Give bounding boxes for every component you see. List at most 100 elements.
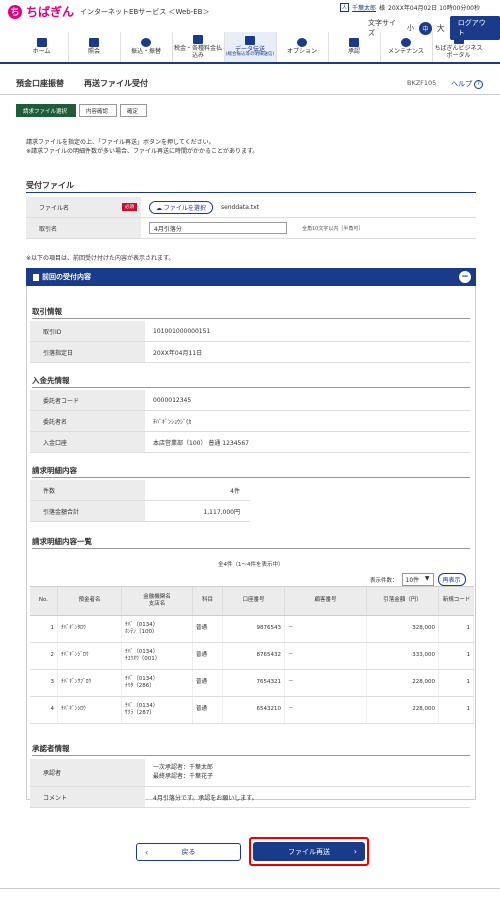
page-subtitle: 再送ファイル受付: [84, 79, 148, 88]
nav-tax[interactable]: 税金・各種料金払込み: [173, 32, 225, 62]
required-badge: 必須: [122, 203, 137, 211]
global-nav: ホーム 照会 振込・振替 税金・各種料金払込み データ伝送 (総合振込等の明細送信…: [0, 32, 500, 64]
nav-inquiry[interactable]: 照会: [69, 32, 121, 62]
row-branch-name: ｻｸﾗ（287）: [125, 710, 155, 716]
trade-name-label: 取引名: [26, 218, 141, 238]
row-amount: 333,000: [367, 643, 439, 669]
display-count-select[interactable]: 10件 ▼: [401, 573, 434, 586]
total-label: 引落金額合計: [30, 501, 145, 521]
page-title: 預金口座振替: [16, 79, 64, 88]
step-indicator: 請求ファイル選択 内容確認 確定: [16, 104, 150, 117]
nav-option[interactable]: オプション: [277, 32, 329, 62]
debit-date-label: 引落指定日: [30, 342, 145, 362]
file-row: ファイル名 必須 ☁ ファイルを選択 senddata.txt: [26, 197, 476, 218]
trade-info-line: [32, 318, 470, 319]
resend-button[interactable]: ファイル再送 ›: [253, 842, 365, 861]
row-depositor: ﾁﾊﾞｷﾞﾝｻﾌﾞﾛｳ: [58, 670, 122, 696]
redisplay-button[interactable]: 再表示: [437, 573, 466, 586]
row-no: 4: [30, 697, 58, 723]
title-divider: [0, 94, 500, 95]
comment-label: コメント: [30, 787, 145, 807]
trade-info-title: 取引情報: [32, 307, 62, 316]
collapse-icon[interactable]: −: [459, 271, 471, 283]
transfer-icon: [141, 38, 151, 48]
previous-note: ※以下の項目は、前回受け付けた内容が表示されます。: [26, 255, 175, 262]
table-row: 1 ﾁﾊﾞｷﾞﾝﾀﾛｳ ﾁﾊﾞ（0134） ﾎﾝﾃﾝ（100） 普通 987654…: [30, 616, 474, 643]
payee-info-line: [32, 387, 470, 388]
receive-section-line: [26, 192, 476, 193]
brand-logo[interactable]: ち ちばぎん インターネットEBサービス ＜Web-EB＞: [8, 3, 209, 20]
row-account: 7654321: [223, 670, 285, 696]
guide-text: 請求ファイルを指定の上、「ファイル再送」ボタンを押してください。 ※請求ファイル…: [26, 138, 258, 157]
row-bank: ﾁﾊﾞ（0134） ｻｸﾗ（287）: [122, 697, 193, 723]
row-no: 2: [30, 643, 58, 669]
nav-approval[interactable]: 承認: [329, 32, 381, 62]
user-name-link[interactable]: 千葉太郎: [352, 3, 376, 12]
row-type: 普通: [193, 643, 223, 669]
trade-name-input[interactable]: 4月引落分: [149, 222, 287, 234]
previous-title: 前回の受付内容: [42, 273, 91, 281]
nav-maintenance[interactable]: メンテナンス: [381, 32, 433, 62]
row-new-code: 1: [439, 670, 474, 696]
help-link[interactable]: ヘルプ?: [451, 79, 483, 89]
col-bank: 金融機関名 支店名: [122, 587, 193, 615]
details-title: 請求明細内容一覧: [32, 537, 92, 546]
paging-info: 全4件（1～4件を表示中）: [218, 562, 284, 568]
row-depositor: ﾁﾊﾞｷﾞﾝｼﾛｳ: [58, 697, 122, 723]
header: ち ちばぎん インターネットEBサービス ＜Web-EB＞ 人 千葉太郎 様 2…: [0, 0, 500, 40]
nav-portal[interactable]: ちばぎんビジネスポータル: [433, 32, 485, 62]
display-count-label: 表示件数：: [370, 577, 398, 584]
row-customer: －: [285, 697, 367, 723]
nav-tax-label: 税金・各種料金払込み: [173, 45, 222, 59]
nav-home-label: ホーム: [32, 48, 51, 56]
nav-transfer[interactable]: 振込・振替: [121, 32, 173, 62]
row-type: 普通: [193, 616, 223, 642]
nav-data-transfer[interactable]: データ伝送 (総合振込等の明細送信): [224, 32, 277, 62]
row-bank-name: ﾁﾊﾞ（0134）: [125, 621, 159, 628]
row-bank-name: ﾁﾊﾞ（0134）: [125, 702, 159, 709]
back-label: 戻る: [181, 848, 196, 856]
guide-line-2: ※請求ファイルの明細件数が多い場合、ファイル再送に時間がかかることがあります。: [26, 148, 259, 156]
col-new-code: 新規コード: [442, 597, 471, 604]
col-amount: 引落金額（円）: [367, 587, 439, 615]
help-label: ヘルプ: [451, 80, 472, 88]
chevron-down-icon: ▼: [424, 575, 430, 582]
previous-accordion-header[interactable]: 前回の受付内容 −: [26, 268, 476, 286]
payee-info-title: 入金先情報: [32, 376, 70, 385]
row-bank: ﾁﾊﾞ（0134） ﾁﾕｳｵｳ（001）: [122, 643, 193, 669]
count-row: 件数 4件: [30, 480, 250, 501]
debit-date-row: 引落指定日 20XX年04月11日: [30, 342, 470, 363]
row-amount: 328,000: [367, 616, 439, 642]
last-login: 20XX年04月02日 10時00分00秒: [388, 5, 480, 12]
row-customer: －: [285, 670, 367, 696]
file-value-cell: ☁ ファイルを選択 senddata.txt: [141, 197, 476, 217]
step-3: 確定: [120, 104, 148, 117]
first-approver: 一次承認者：千葉太郎: [153, 764, 214, 772]
nav-portal-label: ちばぎんビジネスポータル: [434, 45, 483, 59]
deposit-account-label: 入金口座: [30, 432, 145, 452]
row-bank-name: ﾁﾊﾞ（0134）: [125, 648, 159, 655]
nav-home[interactable]: ホーム: [16, 32, 69, 62]
nav-option-label: オプション: [286, 48, 317, 56]
database-icon: [245, 35, 255, 45]
footer-divider: [0, 888, 500, 889]
back-button[interactable]: ‹ 戻る: [136, 843, 241, 861]
nav-approval-label: 承認: [347, 48, 360, 56]
row-depositor: ﾁﾊﾞｷﾞﾝﾀﾛｳ: [58, 616, 122, 642]
details-line: [32, 548, 470, 549]
user-info: 人 千葉太郎 様 20XX年04月02日 10時00分00秒: [340, 3, 480, 12]
deposit-account-row: 入金口座 本店営業部（100） 普通 1234567: [30, 432, 470, 453]
row-no: 1: [30, 616, 58, 642]
file-select-button[interactable]: ☁ ファイルを選択: [149, 200, 213, 214]
consignor-name-row: 委託者名 ﾁﾊﾞｷﾞﾝｼｮｳｼﾞ(ｶ: [30, 411, 470, 432]
document-icon: [33, 273, 39, 281]
consignor-code-value: 0000012345: [153, 396, 192, 404]
approver-values: 一次承認者：千葉太郎 最終承認者：千葉花子: [145, 759, 470, 786]
col-no: No.: [30, 587, 58, 615]
consignor-code-label: 委託者コード: [30, 390, 145, 410]
home-icon: [36, 38, 47, 48]
brand-name: ちばぎん: [26, 5, 75, 19]
user-suffix: 様: [379, 5, 386, 12]
maintenance-icon: [401, 38, 411, 48]
guide-line-1: 請求ファイルを指定の上、「ファイル再送」ボタンを押してください。: [26, 139, 215, 146]
